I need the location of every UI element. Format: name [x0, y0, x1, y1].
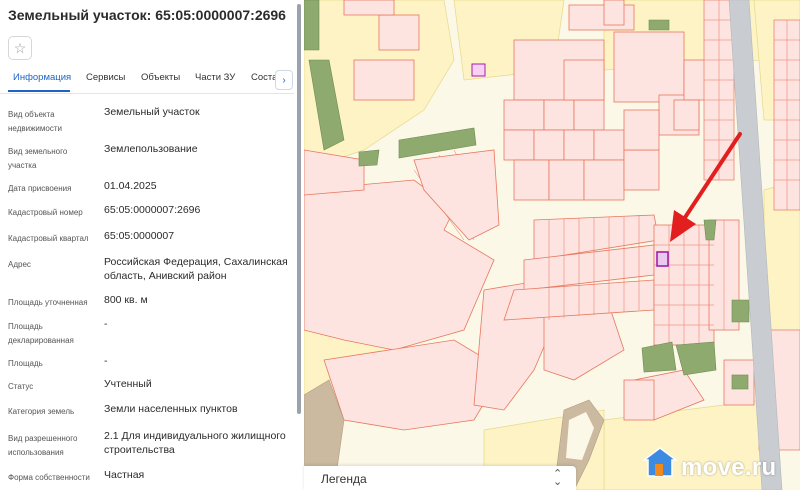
row-label: Площадь декларированная	[8, 322, 74, 345]
row-value: Российская Федерация, Сахалинская област…	[104, 256, 288, 282]
row-value: 65:05:0000007:2696	[104, 204, 201, 216]
row-label: Площадь	[8, 359, 43, 368]
cadastral-map[interactable]	[304, 0, 800, 490]
watermark: move.ru	[645, 450, 795, 486]
row-value: Земельный участок	[104, 106, 200, 118]
row-value: 01.04.2025	[104, 180, 157, 192]
row-label: Форма собственности	[8, 473, 90, 482]
row-label: Дата присвоения	[8, 184, 72, 193]
star-icon[interactable]: ☆	[8, 36, 32, 60]
chevron-right-icon[interactable]: ›	[275, 70, 293, 90]
row-value: Земли населенных пунктов	[104, 403, 238, 415]
row-label: Кадастровый квартал	[8, 234, 89, 243]
row-label: Вид земельного участка	[8, 147, 68, 170]
tab-info[interactable]: Информация	[13, 72, 71, 83]
row-value: Учтенный	[104, 378, 152, 390]
row-value: -	[104, 355, 108, 367]
small-parcel	[471, 63, 486, 77]
tab-parts[interactable]: Части ЗУ	[195, 72, 235, 83]
row-label: Кадастровый номер	[8, 208, 83, 217]
chevron-up-down-icon[interactable]: ⌃ ⌄	[553, 469, 562, 488]
map-canvas[interactable]	[304, 0, 800, 490]
tab-bar: Информация Сервисы Объекты Части ЗУ Сост…	[0, 66, 294, 94]
row-label: Адрес	[8, 260, 31, 269]
row-value: 65:05:0000007	[104, 230, 175, 242]
row-label: Статус	[8, 382, 34, 391]
watermark-text: move.ru	[681, 454, 777, 481]
page-title: Земельный участок: 65:05:0000007:2696	[8, 7, 286, 23]
active-tab-indicator	[8, 90, 70, 92]
row-label: Категория земель	[8, 407, 75, 416]
row-label: Вид разрешенного использования	[8, 434, 78, 457]
scrollbar[interactable]	[297, 4, 301, 414]
tab-services[interactable]: Сервисы	[86, 72, 125, 83]
row-value: 2.1 Для индивидуального жилищного строит…	[104, 430, 286, 456]
row-value: Землепользование	[104, 143, 198, 155]
legend-label: Легенда	[321, 472, 367, 486]
selected-parcel	[656, 251, 669, 267]
tab-objects[interactable]: Объекты	[141, 72, 180, 83]
tab-composition[interactable]: Соста	[251, 72, 277, 83]
row-label: Вид объекта недвижимости	[8, 110, 62, 133]
row-label: Площадь уточненная	[8, 298, 88, 307]
row-value: 800 кв. м	[104, 294, 148, 306]
legend-bar[interactable]: Легенда ⌃ ⌄	[304, 466, 576, 490]
row-value: Частная	[104, 469, 145, 481]
row-value: -	[104, 318, 108, 330]
info-panel: Земельный участок: 65:05:0000007:2696 ☆ …	[0, 0, 304, 490]
